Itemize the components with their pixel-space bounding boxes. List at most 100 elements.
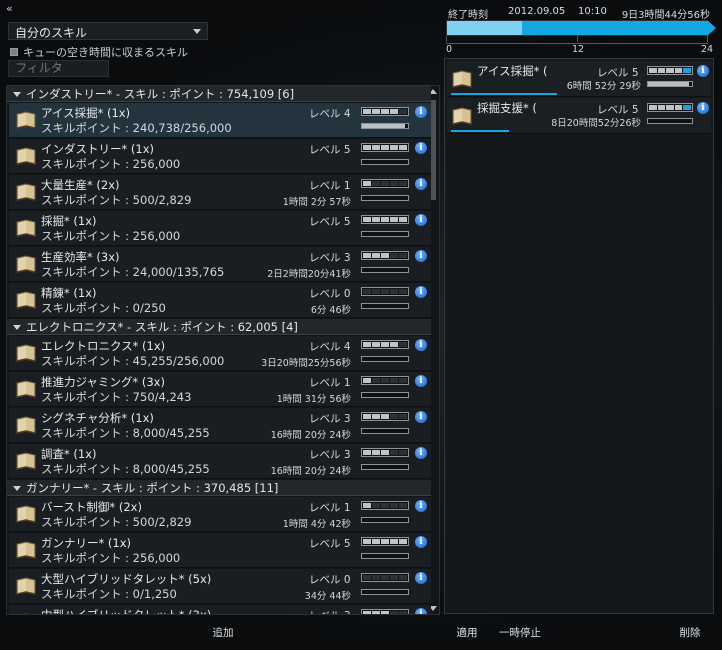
- skill-level-indicator: [361, 287, 409, 296]
- skill-level-indicator: [361, 448, 409, 457]
- skill-row[interactable]: インダストリー* (1x) スキルポイント : 256,000 レベル 5 i: [9, 139, 431, 174]
- info-icon[interactable]: i: [415, 250, 427, 262]
- skill-row[interactable]: 精錬* (1x) スキルポイント : 0/250 レベル 0 6分 46秒 i: [9, 283, 431, 318]
- dropdown-value: 自分のスキル: [15, 26, 88, 40]
- timeline-progress-fill: [447, 21, 523, 35]
- info-icon[interactable]: i: [415, 142, 427, 154]
- skill-level: レベル 1: [309, 377, 351, 389]
- skill-points: スキルポイント : 750/4,243: [41, 390, 192, 404]
- info-icon[interactable]: i: [415, 572, 427, 584]
- skill-row[interactable]: 調査* (1x) スキルポイント : 8,000/45,255 レベル 3 16時間 …: [9, 444, 431, 479]
- chevron-down-icon: [13, 92, 21, 97]
- scrollbar-thumb[interactable]: [431, 100, 436, 200]
- skill-level: レベル 5: [309, 216, 351, 228]
- axis-label-end: 24: [701, 44, 714, 55]
- skill-group-header[interactable]: エレクトロニクス* - スキル : ポイント : 62,005 [4]: [7, 319, 431, 335]
- filter-input[interactable]: フィルタ: [8, 60, 109, 77]
- skill-level-indicator: [361, 376, 409, 385]
- skill-filter-dropdown[interactable]: 自分のスキル: [8, 22, 208, 40]
- end-date: 2012.09.05: [508, 6, 566, 17]
- axis-tick: [446, 36, 447, 42]
- timeline-arrow-icon: [707, 20, 716, 36]
- skill-row[interactable]: エレクトロニクス* (1x) スキルポイント : 45,255/256,000 レベ…: [9, 336, 431, 371]
- skill-group-header[interactable]: ガンナリー* - スキル : ポイント : 370,485 [11]: [7, 480, 431, 496]
- skill-points: スキルポイント : 256,000: [41, 157, 181, 171]
- skill-row[interactable]: 採掘* (1x) スキルポイント : 256,000 レベル 5 i: [9, 211, 431, 246]
- queue-time-span: [451, 130, 510, 132]
- queue-fit-toggle[interactable]: キューの空き時間に収まるスキル: [10, 44, 188, 60]
- skill-progress-bar: [361, 303, 409, 309]
- info-icon[interactable]: i: [415, 411, 427, 423]
- skill-row[interactable]: シグネチャ分析* (1x) スキルポイント : 8,000/45,255 レベル 3…: [9, 408, 431, 443]
- info-icon[interactable]: i: [415, 178, 427, 190]
- skill-level: レベル 4: [309, 341, 351, 353]
- queue-fit-checkbox[interactable]: [10, 48, 18, 56]
- skillbook-icon: [15, 218, 37, 238]
- chevron-down-icon: [13, 486, 21, 491]
- skill-level: レベル 3: [309, 413, 351, 425]
- skill-name: 大型ハイブリッドタレット* (5x): [41, 572, 212, 586]
- train-time: 6分 46秒: [310, 305, 351, 316]
- info-icon[interactable]: i: [415, 500, 427, 512]
- queue-time-span: [451, 93, 557, 95]
- train-time: 1時間 31分 56秒: [276, 394, 351, 405]
- skill-group-header[interactable]: インダストリー* - スキル : ポイント : 754,109 [6]: [7, 86, 431, 102]
- skill-progress-bar: [361, 589, 409, 595]
- skill-name: バースト制御* (2x): [41, 500, 142, 514]
- training-queue: アイス採掘* (レベル 5 6時間 52分 29秒 i 採掘支援* (レベル 5 8日2…: [444, 58, 714, 614]
- info-icon[interactable]: i: [415, 447, 427, 459]
- skill-row[interactable]: ガンナリー* (1x) スキルポイント : 256,000 レベル 5 i: [9, 533, 431, 568]
- add-button[interactable]: 追加: [206, 624, 240, 642]
- skill-level: レベル 3: [309, 608, 351, 614]
- queue-skill-name: アイス採掘* (: [477, 64, 548, 78]
- timeline-axis: [446, 36, 708, 44]
- skill-row[interactable]: 大型ハイブリッドタレット* (5x) スキルポイント : 0/1,250 レベル 0…: [9, 569, 431, 604]
- skillbook-icon: [15, 110, 37, 130]
- group-title: エレクトロニクス* - スキル : ポイント : 62,005 [4]: [26, 320, 298, 334]
- skill-progress-bar: [361, 356, 409, 362]
- queue-timeline-bar: [446, 20, 716, 36]
- queue-progress-bar: [647, 81, 693, 87]
- skill-level: レベル 0: [309, 288, 351, 300]
- apply-button[interactable]: 適用: [452, 624, 482, 642]
- skill-row[interactable]: 生産効率* (3x) スキルポイント : 24,000/135,765 レベル 3 2…: [9, 247, 431, 282]
- info-icon[interactable]: i: [415, 339, 427, 351]
- skill-level-indicator: [361, 107, 409, 116]
- info-icon[interactable]: i: [415, 608, 427, 614]
- skill-row[interactable]: 大量生産* (2x) スキルポイント : 500/2,829 レベル 1 1時間 2分…: [9, 175, 431, 210]
- skill-level: レベル 0: [309, 574, 351, 586]
- skill-level: レベル 3: [309, 252, 351, 264]
- axis-label-start: 0: [446, 44, 453, 55]
- skill-level: レベル 1: [309, 180, 351, 192]
- skillbook-icon: [15, 612, 37, 614]
- skill-level: レベル 5: [309, 144, 351, 156]
- skillbook-icon: [15, 415, 37, 435]
- info-icon[interactable]: i: [415, 536, 427, 548]
- info-icon[interactable]: i: [415, 106, 427, 118]
- axis-label-mid: 12: [572, 44, 585, 55]
- info-icon[interactable]: i: [697, 65, 709, 77]
- collapse-icon[interactable]: «: [6, 2, 13, 15]
- skill-row[interactable]: 中型ハイブリッドタレット* (3x) レベル 3 i: [9, 605, 431, 614]
- remove-button[interactable]: 削除: [674, 624, 706, 642]
- queue-row[interactable]: アイス採掘* (レベル 5 6時間 52分 29秒 i: [447, 61, 711, 97]
- queue-duration: 9日3時間44分56秒: [621, 10, 710, 21]
- axis-tick: [707, 36, 708, 42]
- skill-level-indicator: [361, 215, 409, 224]
- skill-row[interactable]: アイス採掘* (1x) スキルポイント : 240,738/256,000 レベル …: [9, 103, 431, 138]
- info-icon[interactable]: i: [415, 286, 427, 298]
- info-icon[interactable]: i: [697, 102, 709, 114]
- skill-points: スキルポイント : 256,000: [41, 229, 181, 243]
- skillbook-icon: [15, 290, 37, 310]
- skill-level-indicator: [647, 66, 693, 75]
- group-title: インダストリー* - スキル : ポイント : 754,109 [6]: [26, 87, 295, 101]
- pause-button[interactable]: 一時停止: [494, 624, 546, 642]
- skill-row[interactable]: 推進力ジャミング* (3x) スキルポイント : 750/4,243 レベル 1 1時…: [9, 372, 431, 407]
- skill-row[interactable]: バースト制御* (2x) スキルポイント : 500/2,829 レベル 1 1時間 …: [9, 497, 431, 532]
- skill-name: 生産効率* (3x): [41, 250, 120, 264]
- queue-row[interactable]: 採掘支援* (レベル 5 8日20時間52分26秒 i: [447, 98, 711, 134]
- info-icon[interactable]: i: [415, 375, 427, 387]
- info-icon[interactable]: i: [415, 214, 427, 226]
- skillbook-icon: [15, 254, 37, 274]
- skill-name: ガンナリー* (1x): [41, 536, 132, 550]
